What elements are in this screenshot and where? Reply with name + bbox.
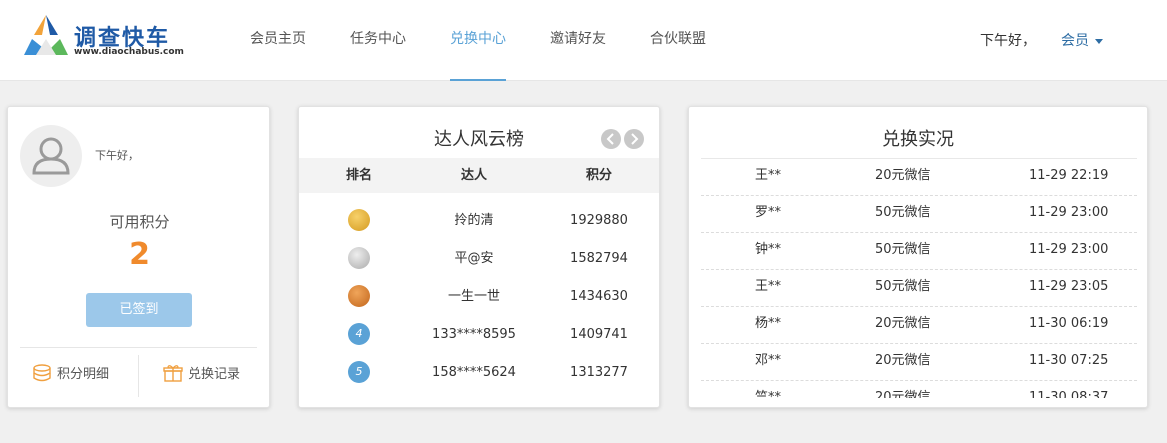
logo-url: www.diaochabus.com xyxy=(74,47,184,57)
site-logo[interactable]: 调查快车 www.diaochabus.com xyxy=(22,13,184,61)
live-item: 50元微信 xyxy=(875,205,931,220)
list-item: 杨** 20元微信 11-30 06:19 xyxy=(701,307,1137,344)
leaderboard-card: 达人风云榜 排名 达人 积分 拎的清 1929880 平@安 1582794 一… xyxy=(298,106,660,408)
table-row: 一生一世 1434630 xyxy=(299,279,659,314)
header-greeting: 下午好， xyxy=(980,33,1036,49)
available-points-label: 可用积分 xyxy=(109,213,170,231)
leader-name: 拎的清 xyxy=(454,213,494,228)
live-item: 20元微信 xyxy=(875,168,931,183)
user-icon xyxy=(32,137,70,175)
prev-button[interactable] xyxy=(601,129,621,149)
live-user: 杨** xyxy=(755,316,782,331)
live-item: 50元微信 xyxy=(875,279,931,294)
live-time: 11-29 23:05 xyxy=(1029,279,1109,294)
list-item: 罗** 50元微信 11-29 23:00 xyxy=(701,196,1137,233)
chevron-left-icon xyxy=(606,133,614,145)
exchange-record-link[interactable]: 兑换记录 xyxy=(163,363,240,382)
available-points-value: 2 xyxy=(129,237,150,272)
nav-partner-alliance[interactable]: 合伙联盟 xyxy=(628,0,728,81)
gift-icon xyxy=(163,364,183,382)
main-nav: 会员主页 任务中心 兑换中心 邀请好友 合伙联盟 xyxy=(228,0,728,81)
table-row: 拎的清 1929880 xyxy=(299,203,659,238)
gold-medal-icon xyxy=(348,208,370,231)
table-row: 5 158****5624 1313277 xyxy=(299,355,659,390)
live-time: 11-29 22:19 xyxy=(1029,168,1109,183)
live-time: 11-30 08:37 xyxy=(1029,390,1109,398)
live-user: 竺** xyxy=(755,390,782,398)
live-item: 50元微信 xyxy=(875,242,931,257)
leader-points: 1313277 xyxy=(570,365,628,380)
rank-badge: 4 xyxy=(348,322,370,345)
live-user: 罗** xyxy=(755,205,782,220)
live-user: 钟** xyxy=(755,242,782,257)
caret-down-icon xyxy=(1095,38,1103,44)
divider xyxy=(20,347,257,348)
table-row: 平@安 1582794 xyxy=(299,241,659,276)
leaderboard-header: 排名 达人 积分 xyxy=(299,158,659,193)
live-time: 11-29 23:00 xyxy=(1029,242,1109,257)
avatar[interactable] xyxy=(20,125,82,187)
exchange-record-label: 兑换记录 xyxy=(188,367,241,382)
leader-points: 1582794 xyxy=(570,251,628,266)
leader-name: 133****8595 xyxy=(432,327,516,342)
list-item: 王** 20元微信 11-29 22:19 xyxy=(701,159,1137,196)
silver-medal-icon xyxy=(348,246,370,269)
exchange-live-list: 王** 20元微信 11-29 22:19 罗** 50元微信 11-29 23… xyxy=(701,158,1137,398)
next-button[interactable] xyxy=(624,129,644,149)
top-header: 调查快车 www.diaochabus.com 会员主页 任务中心 兑换中心 邀… xyxy=(0,0,1167,81)
live-user: 邓** xyxy=(755,353,782,368)
nav-invite-friends[interactable]: 邀请好友 xyxy=(528,0,628,81)
list-item: 邓** 20元微信 11-30 07:25 xyxy=(701,344,1137,381)
leader-points: 1434630 xyxy=(570,289,628,304)
list-item: 钟** 50元微信 11-29 23:00 xyxy=(701,233,1137,270)
live-item: 20元微信 xyxy=(875,390,931,398)
chevron-right-icon xyxy=(631,133,639,145)
leader-points: 1929880 xyxy=(570,213,628,228)
table-row: 4 133****8595 1409741 xyxy=(299,317,659,352)
live-item: 20元微信 xyxy=(875,353,931,368)
member-dropdown[interactable]: 会员 xyxy=(1061,30,1103,50)
live-time: 11-29 23:00 xyxy=(1029,205,1109,220)
column-rank: 排名 xyxy=(345,168,372,183)
nav-task-center[interactable]: 任务中心 xyxy=(328,0,428,81)
leader-name: 158****5624 xyxy=(432,365,516,380)
points-detail-link[interactable]: 积分明细 xyxy=(32,363,109,382)
bronze-medal-icon xyxy=(348,284,370,307)
points-detail-label: 积分明细 xyxy=(57,367,110,382)
exchange-live-title: 兑换实况 xyxy=(882,129,954,150)
list-item: 王** 50元微信 11-29 23:05 xyxy=(701,270,1137,307)
live-user: 王** xyxy=(755,168,782,183)
user-card: 下午好， 可用积分 2 已签到 积分明细 兑换记录 xyxy=(7,106,270,408)
user-greeting: 下午好， xyxy=(95,149,139,162)
member-label: 会员 xyxy=(1061,33,1089,49)
exchange-live-card: 兑换实况 王** 20元微信 11-29 22:19 罗** 50元微信 11-… xyxy=(688,106,1148,408)
nav-exchange-center[interactable]: 兑换中心 xyxy=(428,0,528,81)
rank-badge: 5 xyxy=(348,360,370,383)
signed-in-button[interactable]: 已签到 xyxy=(86,293,192,327)
vertical-divider xyxy=(138,355,139,397)
live-time: 11-30 07:25 xyxy=(1029,353,1109,368)
list-item: 竺** 20元微信 11-30 08:37 xyxy=(701,381,1137,398)
logo-triangle-icon xyxy=(24,15,68,55)
leader-points: 1409741 xyxy=(570,327,628,342)
live-time: 11-30 06:19 xyxy=(1029,316,1109,331)
nav-member-home[interactable]: 会员主页 xyxy=(228,0,328,81)
coins-icon xyxy=(33,363,51,381)
column-user: 达人 xyxy=(460,168,487,183)
leader-name: 平@安 xyxy=(454,251,494,266)
column-points: 积分 xyxy=(585,168,612,183)
leader-name: 一生一世 xyxy=(447,289,500,304)
live-user: 王** xyxy=(755,279,782,294)
live-item: 20元微信 xyxy=(875,316,931,331)
